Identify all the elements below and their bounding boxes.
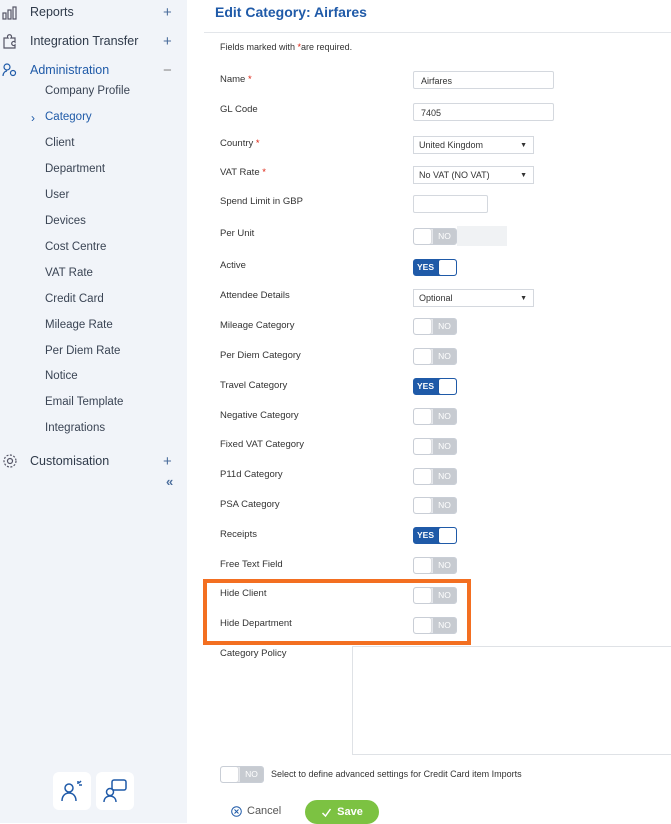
save-button[interactable]: Save bbox=[305, 800, 379, 824]
attendee-details-select[interactable]: Optional ▼ bbox=[413, 289, 534, 307]
cancel-button[interactable]: Cancel bbox=[231, 805, 281, 817]
sidebar-item-mileage-rate[interactable]: Mileage Rate bbox=[45, 319, 113, 331]
divider bbox=[204, 32, 671, 33]
per-diem-category-toggle[interactable]: NO bbox=[413, 348, 457, 365]
sidebar-item-credit-card[interactable]: Credit Card bbox=[45, 293, 104, 305]
sidebar-item-vat-rate[interactable]: VAT Rate bbox=[45, 267, 93, 279]
nav-integration-transfer[interactable]: Integration Transfer + bbox=[0, 29, 187, 53]
caret-down-icon: ▼ bbox=[520, 142, 527, 149]
chevron-right-icon: › bbox=[31, 111, 35, 125]
sidebar-item-notice[interactable]: Notice bbox=[45, 370, 78, 382]
gl-code-label: GL Code bbox=[220, 104, 258, 115]
close-circle-icon bbox=[231, 805, 242, 817]
receipts-label: Receipts bbox=[220, 529, 257, 540]
plus-icon[interactable]: + bbox=[163, 33, 172, 50]
main-content: Edit Category: Airfares Fields marked wi… bbox=[187, 0, 671, 824]
per-unit-extra-field bbox=[457, 226, 507, 246]
spend-limit-input[interactable] bbox=[413, 195, 488, 213]
plus-icon[interactable]: + bbox=[163, 4, 172, 21]
sidebar-item-client[interactable]: Client bbox=[45, 137, 74, 149]
sidebar-item-category[interactable]: Category bbox=[45, 111, 92, 123]
sidebar-item-department[interactable]: Department bbox=[45, 163, 105, 175]
fixed-vat-category-label: Fixed VAT Category bbox=[220, 439, 304, 450]
puzzle-icon bbox=[2, 33, 18, 49]
check-icon bbox=[322, 808, 332, 817]
per-unit-label: Per Unit bbox=[220, 228, 255, 239]
mileage-category-toggle[interactable]: NO bbox=[413, 318, 457, 335]
p11d-category-label: P11d Category bbox=[220, 469, 283, 480]
receipts-toggle[interactable]: YES bbox=[413, 527, 457, 544]
nav-customisation-label: Customisation bbox=[30, 454, 110, 468]
sidebar-item-cost-centre[interactable]: Cost Centre bbox=[45, 241, 106, 253]
feedback-button[interactable] bbox=[96, 772, 134, 810]
active-label: Active bbox=[220, 260, 246, 271]
credit-card-advanced-toggle[interactable]: NO bbox=[220, 766, 264, 783]
travel-category-label: Travel Category bbox=[220, 380, 288, 391]
nav-reports[interactable]: Reports + bbox=[0, 0, 187, 24]
mileage-category-label: Mileage Category bbox=[220, 320, 295, 331]
caret-down-icon: ▼ bbox=[520, 172, 527, 179]
vat-rate-label: VAT Rate * bbox=[220, 167, 266, 178]
nav-administration[interactable]: Administration − bbox=[0, 58, 187, 82]
per-unit-toggle[interactable]: NO bbox=[413, 228, 457, 245]
p11d-category-toggle[interactable]: NO bbox=[413, 468, 457, 485]
free-text-field-label: Free Text Field bbox=[220, 559, 283, 570]
category-policy-textarea[interactable] bbox=[352, 646, 671, 755]
vat-rate-select[interactable]: No VAT (NO VAT) ▼ bbox=[413, 166, 534, 184]
collapse-sidebar-icon[interactable]: « bbox=[166, 474, 173, 489]
sidebar-item-email-template[interactable]: Email Template bbox=[45, 396, 123, 408]
spend-limit-label: Spend Limit in GBP bbox=[220, 196, 303, 207]
negative-category-toggle[interactable]: NO bbox=[413, 408, 457, 425]
sidebar-item-integrations[interactable]: Integrations bbox=[45, 422, 105, 434]
chart-icon bbox=[2, 4, 18, 20]
sidebar: Reports + Integration Transfer + Adminis… bbox=[0, 0, 187, 823]
free-text-field-toggle[interactable]: NO bbox=[413, 557, 457, 574]
highlight-box bbox=[203, 579, 471, 645]
nav-integration-transfer-label: Integration Transfer bbox=[30, 34, 139, 48]
sidebar-item-per-diem-rate[interactable]: Per Diem Rate bbox=[45, 345, 120, 357]
name-label: Name * bbox=[220, 74, 252, 85]
per-diem-category-label: Per Diem Category bbox=[220, 350, 301, 361]
category-policy-label: Category Policy bbox=[220, 648, 287, 659]
nav-administration-label: Administration bbox=[30, 63, 110, 77]
negative-category-label: Negative Category bbox=[220, 410, 299, 421]
sidebar-item-company-profile[interactable]: Company Profile bbox=[45, 85, 130, 97]
attendee-details-label: Attendee Details bbox=[220, 290, 290, 301]
fixed-vat-category-toggle[interactable]: NO bbox=[413, 438, 457, 455]
active-toggle[interactable]: YES bbox=[413, 259, 457, 276]
nav-customisation[interactable]: Customisation + bbox=[0, 449, 187, 473]
page-title: Edit Category: Airfares bbox=[215, 4, 367, 20]
country-select[interactable]: United Kingdom ▼ bbox=[413, 136, 534, 154]
psa-category-toggle[interactable]: NO bbox=[413, 497, 457, 514]
name-input[interactable]: Airfares bbox=[413, 71, 554, 89]
credit-card-advanced-label: Select to define advanced settings for C… bbox=[271, 769, 522, 779]
caret-down-icon: ▼ bbox=[520, 295, 527, 302]
sidebar-item-devices[interactable]: Devices bbox=[45, 215, 86, 227]
plus-icon[interactable]: + bbox=[163, 453, 172, 470]
travel-category-toggle[interactable]: YES bbox=[413, 378, 457, 395]
nav-reports-label: Reports bbox=[30, 5, 74, 19]
lightbulb-person-icon bbox=[61, 780, 82, 802]
ideas-button[interactable] bbox=[53, 772, 91, 810]
user-gear-icon bbox=[2, 62, 18, 78]
psa-category-label: PSA Category bbox=[220, 499, 280, 510]
chat-person-icon bbox=[103, 779, 127, 803]
gl-code-input[interactable]: 7405 bbox=[413, 103, 554, 121]
sidebar-item-user[interactable]: User bbox=[45, 189, 69, 201]
country-label: Country * bbox=[220, 138, 260, 149]
gear-icon bbox=[2, 453, 18, 469]
required-note: Fields marked with *are required. bbox=[220, 42, 353, 52]
minus-icon[interactable]: − bbox=[163, 62, 172, 79]
